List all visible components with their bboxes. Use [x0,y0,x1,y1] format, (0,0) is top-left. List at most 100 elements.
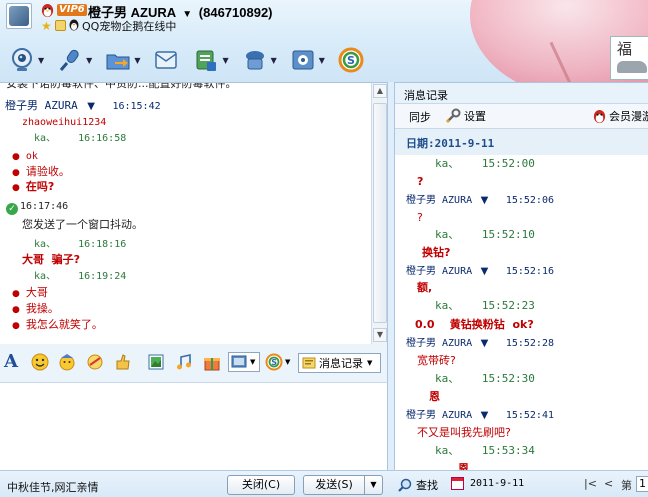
group-dropdown-icon[interactable]: ▼ [222,56,228,65]
star-icon[interactable]: ★ [41,19,52,33]
soso-button[interactable]: S [337,46,365,74]
capture-dropdown-icon[interactable]: ▼ [250,358,255,366]
message-sender[interactable]: zhaoweihui1234 [22,116,106,130]
record-dropdown-icon[interactable]: ▼ [367,359,372,367]
close-button[interactable]: 关闭(C) [227,475,295,495]
history-text: ? [417,175,424,188]
video-call-button[interactable]: ▼ [8,46,44,74]
level-icon[interactable] [55,20,66,31]
scroll-up-button[interactable]: ▲ [373,84,387,98]
wrench-icon [445,108,461,124]
screen-capture-button[interactable]: ▼ [228,352,260,372]
sender-dropdown-icon[interactable]: ▼ [481,410,489,421]
screenshot-icon[interactable] [147,353,165,371]
chat-messages: 安装下诺防毒软件、中贸防...配置好防毒软件。 橙子男 AZURA ▼ 16:1… [0,83,371,344]
search-label: 查找 [416,479,438,492]
message-sender[interactable]: ka、 [34,133,56,144]
bottom-bar: 中秋佳节,网汇亲情 关闭(C) 发送(S) ▼ 查找 2011-9-11 |< … [0,470,648,497]
send-sms-button[interactable] [152,46,180,74]
prev-page-button[interactable]: < [604,477,613,490]
soso-icon: S [337,46,365,74]
message-line: ● 请验收。 [12,165,70,180]
ad-text-link[interactable]: 中秋佳节,网汇亲情 [7,479,99,495]
font-icon[interactable]: A [4,351,18,372]
bullet-icon: ● [12,152,20,162]
history-search-button[interactable]: 查找 [398,477,438,493]
sync-button[interactable]: 同步 [409,109,431,125]
member-roaming-label: 会员漫游 [609,110,648,123]
scroll-thumb[interactable] [373,103,387,323]
send-button[interactable]: 发送(S) [303,475,365,495]
bullet-icon: ● [12,321,20,331]
video-dropdown-icon[interactable]: ▼ [38,56,44,65]
history-settings-button[interactable]: 设置 [445,108,486,124]
car-image [617,61,647,73]
date-picker-button[interactable]: 2011-9-11 [451,477,524,490]
file-dropdown-icon[interactable]: ▼ [134,56,140,65]
page-number-input[interactable]: 1 [636,476,648,492]
scribble-icon[interactable] [86,353,104,371]
promo-banner[interactable]: 福 [610,36,648,80]
remote-dropdown-icon[interactable]: ▼ [271,56,277,65]
message-text: 大哥 [25,286,48,299]
send-options-dropdown[interactable]: ▼ [364,475,383,495]
bullet-icon: ● [12,289,20,299]
bullet-icon: ● [12,305,20,315]
soso-dropdown-icon[interactable]: ▼ [285,358,290,366]
sender-dropdown-icon[interactable]: ▼ [481,338,489,349]
sms-icon [152,46,180,74]
message-sender[interactable]: ka、 [34,239,56,250]
chat-scrollbar[interactable]: ▲ ▼ [371,83,387,344]
soso-emoji-button[interactable]: S ▼ [265,353,290,371]
webcam-icon [8,46,36,74]
message-record-button[interactable]: 消息记录 ▼ [298,353,381,373]
history-sender: ka、 [435,228,460,241]
thumbs-up-icon[interactable] [114,353,132,371]
voice-dropdown-icon[interactable]: ▼ [86,56,92,65]
bullet-icon: ● [12,183,20,193]
microphone-icon [56,46,84,74]
chat-message-panel[interactable]: 安装下诺防毒软件、中贸防...配置好防毒软件。 橙子男 AZURA ▼ 16:1… [0,82,388,344]
message-line: ● ok [12,149,38,164]
pet-penguin-icon [69,19,79,31]
message-text: ok [25,151,38,162]
apps-dropdown-icon[interactable]: ▼ [319,56,325,65]
member-roaming-button[interactable]: 会员漫游 [592,108,648,124]
sender-dropdown-icon[interactable]: ▼ [481,266,489,277]
history-text: 额, [417,281,433,294]
name-dropdown-icon[interactable]: ▼ [182,9,192,20]
history-entry-header: 橙子男 AZURA ▼ 15:52:41 [406,408,554,423]
music-icon[interactable] [175,353,193,371]
history-entry-header: 橙子男 AZURA ▼ 15:52:06 [406,193,554,208]
history-entry-header: 橙子男 AZURA ▼ 15:52:28 [406,336,554,351]
history-entry-header: ka、 15:52:30 [435,372,535,386]
message-sender[interactable]: 橙子男 AZURA [5,99,78,112]
history-text: 恩 [429,390,440,403]
sender-dropdown-icon[interactable]: ▼ [87,101,95,112]
history-text: 换钻? [422,246,451,259]
scroll-down-button[interactable]: ▼ [373,328,387,342]
remote-assist-button[interactable]: ▼ [241,46,277,74]
contact-qq-number: (846710892) [198,5,273,20]
message-sender[interactable]: ka、 [34,271,56,282]
create-group-button[interactable]: ▼ [192,46,229,74]
group-icon [192,46,220,74]
emoji-icon[interactable] [31,353,49,371]
settings-label: 设置 [464,110,486,123]
voice-call-button[interactable]: ▼ [56,46,92,74]
history-time: 15:53:34 [481,444,535,457]
svg-text:S: S [347,54,355,67]
contact-avatar[interactable] [6,3,32,29]
send-file-button[interactable]: ▼ [104,46,140,74]
gift-icon[interactable] [203,353,221,371]
history-sender: ka、 [435,299,460,312]
history-entry-header: 橙子男 AZURA ▼ 15:52:16 [406,264,554,279]
sender-dropdown-icon[interactable]: ▼ [481,195,489,206]
message-input[interactable] [0,382,388,470]
input-toolbar: A ▼ S ▼ 消息记录 ▼ [0,344,388,382]
vip-badge: VIP6 [57,4,87,16]
apps-button[interactable]: ▼ [289,46,325,74]
first-page-button[interactable]: |< [584,477,597,490]
magic-emoji-icon[interactable] [58,353,76,371]
page-prefix: 第 [621,479,632,492]
